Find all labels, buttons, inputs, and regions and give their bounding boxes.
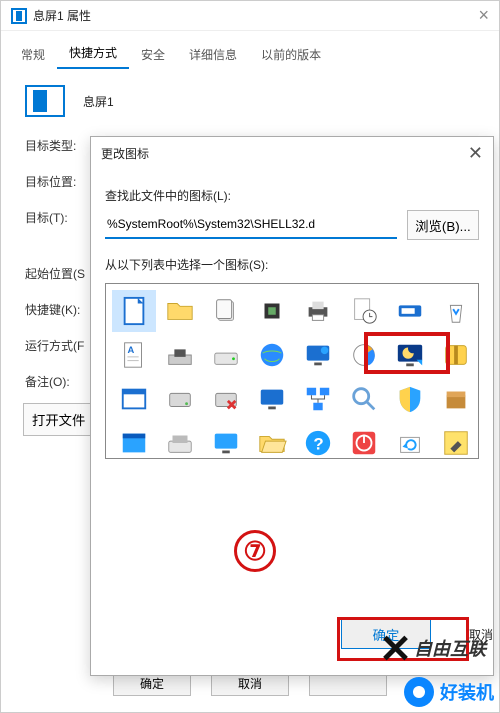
- icon-moon-monitor[interactable]: [388, 334, 432, 376]
- open-file-button[interactable]: 打开文件: [23, 403, 93, 436]
- icon-drive[interactable]: [204, 334, 248, 376]
- svg-text:A: A: [127, 345, 134, 355]
- label-target-loc: 目标位置:: [25, 173, 91, 190]
- icon-page-stack[interactable]: [204, 290, 248, 332]
- icon-folder-open[interactable]: [250, 422, 294, 459]
- icon-doc-blank[interactable]: [112, 290, 156, 332]
- icon-folder[interactable]: [158, 290, 202, 332]
- step-badge: ⑦: [234, 530, 276, 572]
- icon-grid[interactable]: A: [105, 283, 479, 459]
- tabs: 常规 快捷方式 安全 详细信息 以前的版本: [1, 37, 499, 69]
- label-comment: 备注(O):: [25, 373, 91, 390]
- icon-clock-doc[interactable]: [342, 290, 386, 332]
- x-logo-icon: [382, 635, 408, 661]
- label-start-in: 起始位置(S: [25, 265, 91, 282]
- app-icon: [11, 8, 27, 24]
- icon-box[interactable]: [434, 378, 478, 420]
- watermark-brand1-text: 自由互联: [414, 635, 486, 661]
- tab-previous[interactable]: 以前的版本: [249, 40, 333, 69]
- dialog-titlebar: 更改图标 ✕: [91, 137, 493, 169]
- icon-window2[interactable]: [112, 422, 156, 459]
- label-run-mode: 运行方式(F: [25, 337, 91, 354]
- dialog-title: 更改图标: [101, 145, 149, 162]
- icon-drive2[interactable]: [158, 422, 202, 459]
- icon-disk[interactable]: [158, 334, 202, 376]
- tab-details[interactable]: 详细信息: [177, 40, 249, 69]
- properties-titlebar: 息屏1 属性 ×: [1, 1, 499, 31]
- icon-monitor-net[interactable]: [296, 334, 340, 376]
- watermark-brand2-text: 好装机: [440, 679, 494, 705]
- icon-search[interactable]: [342, 378, 386, 420]
- icon-monitor[interactable]: [250, 378, 294, 420]
- svg-text:?: ?: [313, 435, 323, 454]
- icon-power[interactable]: [342, 422, 386, 459]
- icon-path-input[interactable]: [105, 211, 397, 239]
- tab-general[interactable]: 常规: [9, 40, 57, 69]
- icon-tool[interactable]: [434, 422, 478, 459]
- select-icon-label: 从以下列表中选择一个图标(S):: [105, 256, 479, 273]
- change-icon-dialog: 更改图标 ✕ 查找此文件中的图标(L): 浏览(B)... 从以下列表中选择一个…: [90, 136, 494, 676]
- icon-chip[interactable]: [250, 290, 294, 332]
- icon-network[interactable]: [296, 378, 340, 420]
- icon-refresh[interactable]: [388, 422, 432, 459]
- label-target: 目标(T):: [25, 209, 91, 226]
- icon-recycle[interactable]: [434, 290, 478, 332]
- tab-shortcut[interactable]: 快捷方式: [57, 38, 129, 69]
- shortcut-header: 息屏1: [1, 69, 499, 125]
- browse-button[interactable]: 浏览(B)...: [407, 210, 479, 240]
- watermark-brand1: 自由互联: [382, 635, 486, 661]
- icon-shield[interactable]: [388, 378, 432, 420]
- icon-monitor2[interactable]: [204, 422, 248, 459]
- icon-hdd[interactable]: [158, 378, 202, 420]
- shortcut-icon: [25, 85, 65, 117]
- shortcut-name: 息屏1: [83, 93, 114, 110]
- icon-chart[interactable]: [342, 334, 386, 376]
- close-icon[interactable]: ×: [478, 5, 489, 26]
- icon-zip[interactable]: [434, 334, 478, 376]
- icon-globe[interactable]: [250, 334, 294, 376]
- circle-logo-icon: [404, 677, 434, 707]
- icon-help[interactable]: ?: [296, 422, 340, 459]
- tab-security[interactable]: 安全: [129, 40, 177, 69]
- icon-printer[interactable]: [296, 290, 340, 332]
- watermark-brand2: 好装机: [404, 677, 494, 707]
- icon-window[interactable]: [112, 378, 156, 420]
- icon-text-doc[interactable]: A: [112, 334, 156, 376]
- icon-run[interactable]: [388, 290, 432, 332]
- dialog-close-icon[interactable]: ✕: [468, 143, 483, 164]
- icon-hdd-x[interactable]: [204, 378, 248, 420]
- find-icons-label: 查找此文件中的图标(L):: [105, 187, 479, 204]
- properties-title: 息屏1 属性: [33, 7, 91, 24]
- label-hotkey: 快捷键(K):: [25, 301, 91, 318]
- label-target-type: 目标类型:: [25, 137, 91, 154]
